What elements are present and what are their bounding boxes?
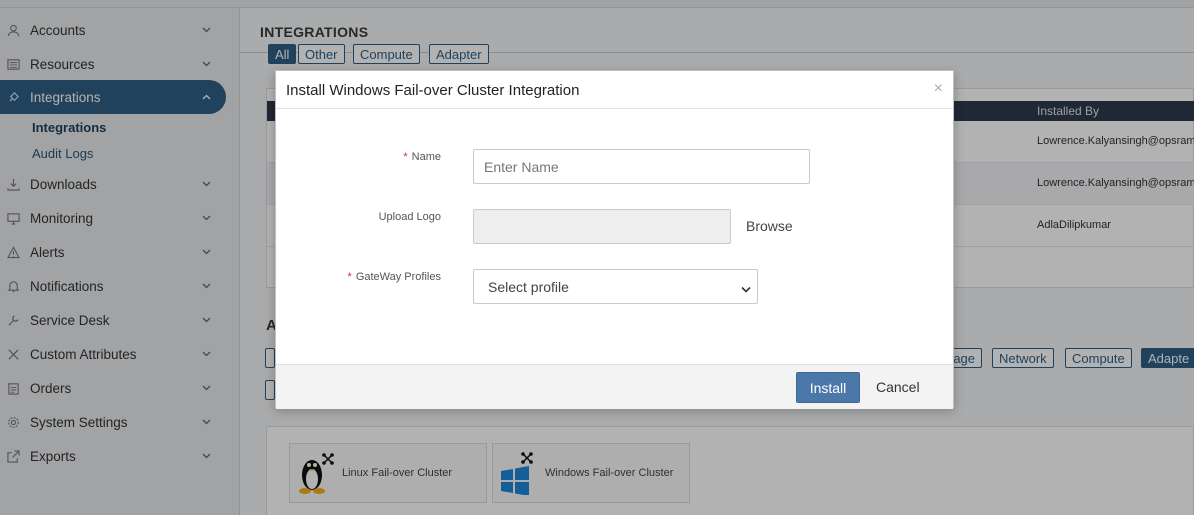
modal-footer: Install Cancel [276, 364, 953, 409]
chevron-down-icon [741, 281, 751, 293]
install-integration-modal: Install Windows Fail-over Cluster Integr… [275, 70, 954, 409]
modal-header: Install Windows Fail-over Cluster Integr… [276, 71, 953, 109]
gateway-profile-select[interactable]: Select profile [473, 269, 758, 304]
modal-title: Install Windows Fail-over Cluster Integr… [286, 82, 580, 99]
select-value: Select profile [488, 278, 569, 295]
browse-button[interactable]: Browse [746, 218, 793, 234]
name-label: * Name [403, 151, 441, 163]
cancel-button[interactable]: Cancel [876, 379, 920, 395]
upload-logo-field[interactable] [473, 209, 731, 244]
name-input[interactable]: Enter Name [473, 149, 810, 184]
install-button[interactable]: Install [796, 372, 860, 403]
upload-logo-label: Upload Logo [378, 211, 441, 223]
gateway-profiles-label: * GateWay Profiles [347, 271, 441, 283]
close-icon[interactable]: × [934, 81, 943, 97]
required-marker: * [403, 151, 408, 163]
required-marker: * [347, 271, 352, 283]
